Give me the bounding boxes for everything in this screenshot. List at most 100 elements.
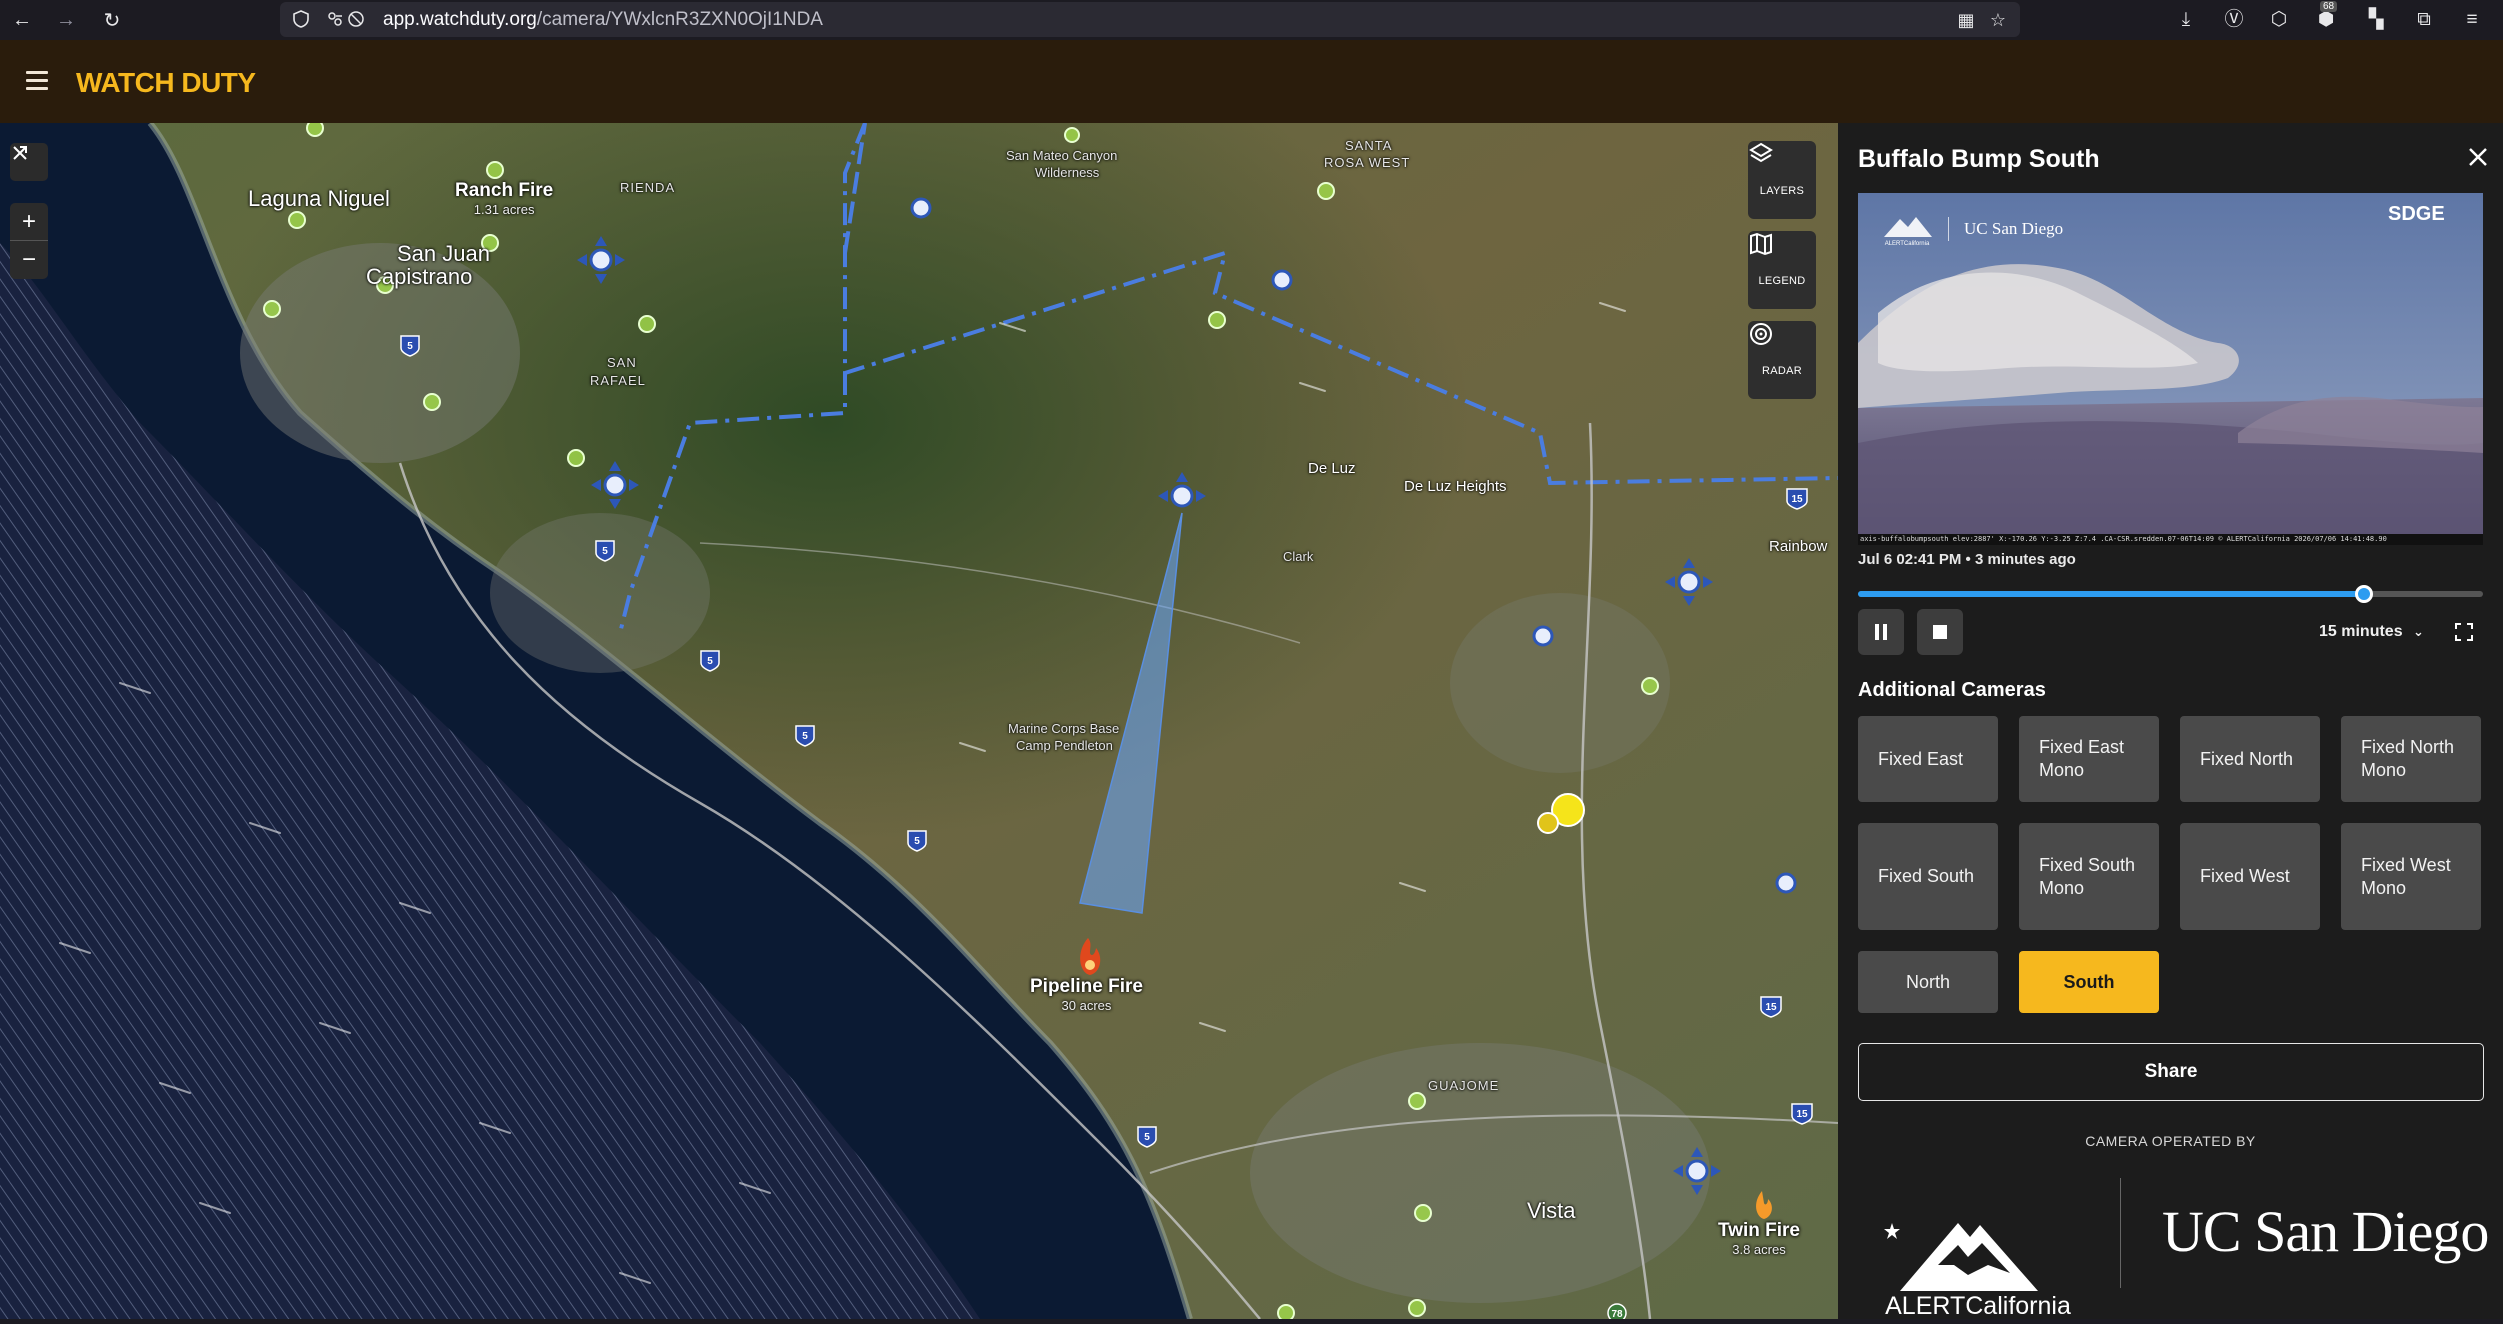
additional-cameras-heading: Additional Cameras (1858, 679, 2046, 701)
playback-slider[interactable] (1858, 585, 2483, 603)
operated-by-label: CAMERA OPERATED BY (2085, 1133, 2256, 1149)
image-caption: axis-buffalobumpsouth elev:2887' X:-170.… (1860, 535, 2387, 543)
place-label: Marine Corps Base (1008, 721, 1120, 736)
zoom-out-button[interactable]: − (10, 241, 48, 279)
place-label: ROSA WEST (1324, 155, 1411, 170)
fire-label[interactable]: Twin Fire 3.8 acres (1718, 1220, 1800, 1257)
map-legend-icon (1748, 232, 1816, 271)
locate-icon[interactable] (10, 143, 48, 181)
fire-label[interactable]: Ranch Fire 1.31 acres (455, 180, 553, 217)
camera-button-fixed-east[interactable]: Fixed East (1858, 716, 1998, 802)
camera-button-fixed-south-mono[interactable]: Fixed South Mono (2019, 823, 2159, 930)
camera-title: Buffalo Bump South (1858, 145, 2100, 173)
place-label: GUAJOME (1428, 1078, 1500, 1093)
camera-image[interactable]: ALERTCalifornia UC San Diego SDGE axis-b… (1858, 193, 2483, 545)
layers-button[interactable]: LAYERS (1748, 141, 1816, 219)
reload-icon[interactable]: ↻ (96, 4, 128, 36)
svg-text:ALERTCalifornia: ALERTCalifornia (1885, 241, 1930, 247)
camera-panel: Buffalo Bump South ALERTCalifornia UC Sa… (1838, 123, 2503, 1320)
camera-button-fixed-west-mono[interactable]: Fixed West Mono (2341, 823, 2481, 930)
brand-logo[interactable]: WATCH DUTY (76, 67, 256, 99)
camera-scene (1858, 193, 2483, 545)
fullscreen-icon[interactable] (2455, 623, 2473, 641)
radar-button[interactable]: RADAR (1748, 321, 1816, 399)
pause-icon (1875, 624, 1887, 640)
logo-divider (2120, 1178, 2121, 1288)
app-header: WATCH DUTY (0, 40, 2503, 123)
share-button[interactable]: Share (1858, 1043, 2484, 1101)
alertcalifornia-logo-small: ALERTCalifornia (1878, 211, 1936, 247)
chevron-down-icon: ⌄ (2413, 624, 2424, 639)
slider-handle[interactable] (2355, 585, 2374, 603)
highway-shield: 5 (407, 341, 413, 352)
qr-code-icon[interactable]: ▦ (1955, 9, 1977, 31)
sdge-logo: SDGE (2388, 203, 2445, 225)
place-label: RIENDA (620, 180, 676, 195)
menu-icon[interactable]: ≡ (2458, 6, 2486, 34)
camera-button-north[interactable]: North (1858, 951, 1998, 1013)
place-label: Camp Pendleton (1016, 738, 1113, 753)
highway-shield: 15 (1765, 1002, 1777, 1013)
apps-icon[interactable]: ▚ (2362, 6, 2390, 34)
bookmark-star-icon[interactable]: ☆ (1987, 9, 2009, 31)
ucsd-logo-small: UC San Diego (1964, 219, 2064, 238)
camera-button-fixed-south[interactable]: Fixed South (1858, 823, 1998, 930)
place-label: Vista (1527, 1198, 1576, 1223)
url-bar[interactable]: app.watchduty.org/camera/YWxlcnR3ZXN0OjI… (280, 2, 2020, 37)
place-label: RAFAEL (590, 373, 646, 388)
alertcalifornia-logo: ALERTCalifornia (1878, 1173, 2078, 1320)
back-icon[interactable]: ← (6, 4, 38, 36)
duration-select[interactable]: 15 minutes ⌄ (2319, 623, 2424, 641)
downloads-icon[interactable]: ⤓ (2172, 6, 2200, 34)
camera-button-south[interactable]: South (2019, 951, 2159, 1013)
slider-fill (1858, 591, 2365, 597)
place-label: Clark (1283, 549, 1314, 564)
highway-shield: 5 (802, 731, 808, 742)
highway-shield: 5 (707, 656, 713, 667)
highway-shield: 15 (1796, 1109, 1808, 1120)
divider (1948, 217, 1949, 241)
pause-button[interactable] (1858, 609, 1904, 655)
radar-icon (1748, 323, 1816, 361)
camera-grid: Fixed East Fixed East Mono Fixed North F… (1858, 716, 2485, 1013)
extension-badge: 68 (2320, 1, 2338, 12)
highway-shield: 5 (914, 836, 920, 847)
map-canvas: 5 5 5 5 5 5 15 15 15 78 (0, 123, 1838, 1319)
close-icon[interactable] (2466, 145, 2490, 169)
camera-button-fixed-north-mono[interactable]: Fixed North Mono (2341, 716, 2481, 802)
place-label: De Luz Heights (1404, 478, 1507, 495)
place-label: Capistrano (366, 264, 473, 289)
place-label: Rainbow (1769, 538, 1828, 555)
highway-shield: 5 (1144, 1132, 1150, 1143)
forward-icon[interactable]: → (50, 4, 82, 36)
stop-button[interactable] (1917, 609, 1963, 655)
map-view[interactable]: 5 5 5 5 5 5 15 15 15 78 Laguna Niguel Sa… (0, 123, 1838, 1319)
ucsd-logo: UC San Diego (2162, 1199, 2489, 1264)
zoom-controls: + − (10, 203, 48, 279)
shield-icon[interactable] (292, 10, 310, 28)
zoom-in-button[interactable]: + (10, 203, 48, 241)
hamburger-menu-icon[interactable] (26, 71, 48, 90)
legend-button[interactable]: LEGEND (1748, 231, 1816, 309)
camera-button-fixed-north[interactable]: Fixed North (2180, 716, 2320, 802)
highway-shield: 5 (602, 546, 608, 557)
vpn-extension-icon[interactable]: Ⓥ (2220, 6, 2248, 34)
fire-label[interactable]: Pipeline Fire 30 acres (1030, 976, 1143, 1013)
highway-shield: 78 (1611, 1309, 1623, 1319)
highway-shield: 15 (1791, 494, 1803, 505)
camera-timestamp: Jul 6 02:41 PM • 3 minutes ago (1858, 551, 2076, 568)
place-label: Wilderness (1035, 165, 1100, 180)
layers-icon (1748, 142, 1816, 181)
place-label: Laguna Niguel (248, 186, 390, 211)
camera-button-fixed-west[interactable]: Fixed West (2180, 823, 2320, 930)
camera-button-fixed-east-mono[interactable]: Fixed East Mono (2019, 716, 2159, 802)
place-label: San Mateo Canyon (1006, 148, 1118, 163)
place-label: De Luz (1308, 460, 1356, 477)
place-label: SANTA (1345, 138, 1393, 153)
svg-text:ALERTCalifornia: ALERTCalifornia (1885, 1292, 2071, 1319)
permissions-icon[interactable] (326, 10, 366, 28)
place-label: SAN (607, 355, 637, 370)
extensions-icon[interactable]: ⬡ (2265, 6, 2293, 34)
stop-icon (1933, 625, 1947, 639)
cast-icon[interactable]: ⧉ (2410, 6, 2438, 34)
